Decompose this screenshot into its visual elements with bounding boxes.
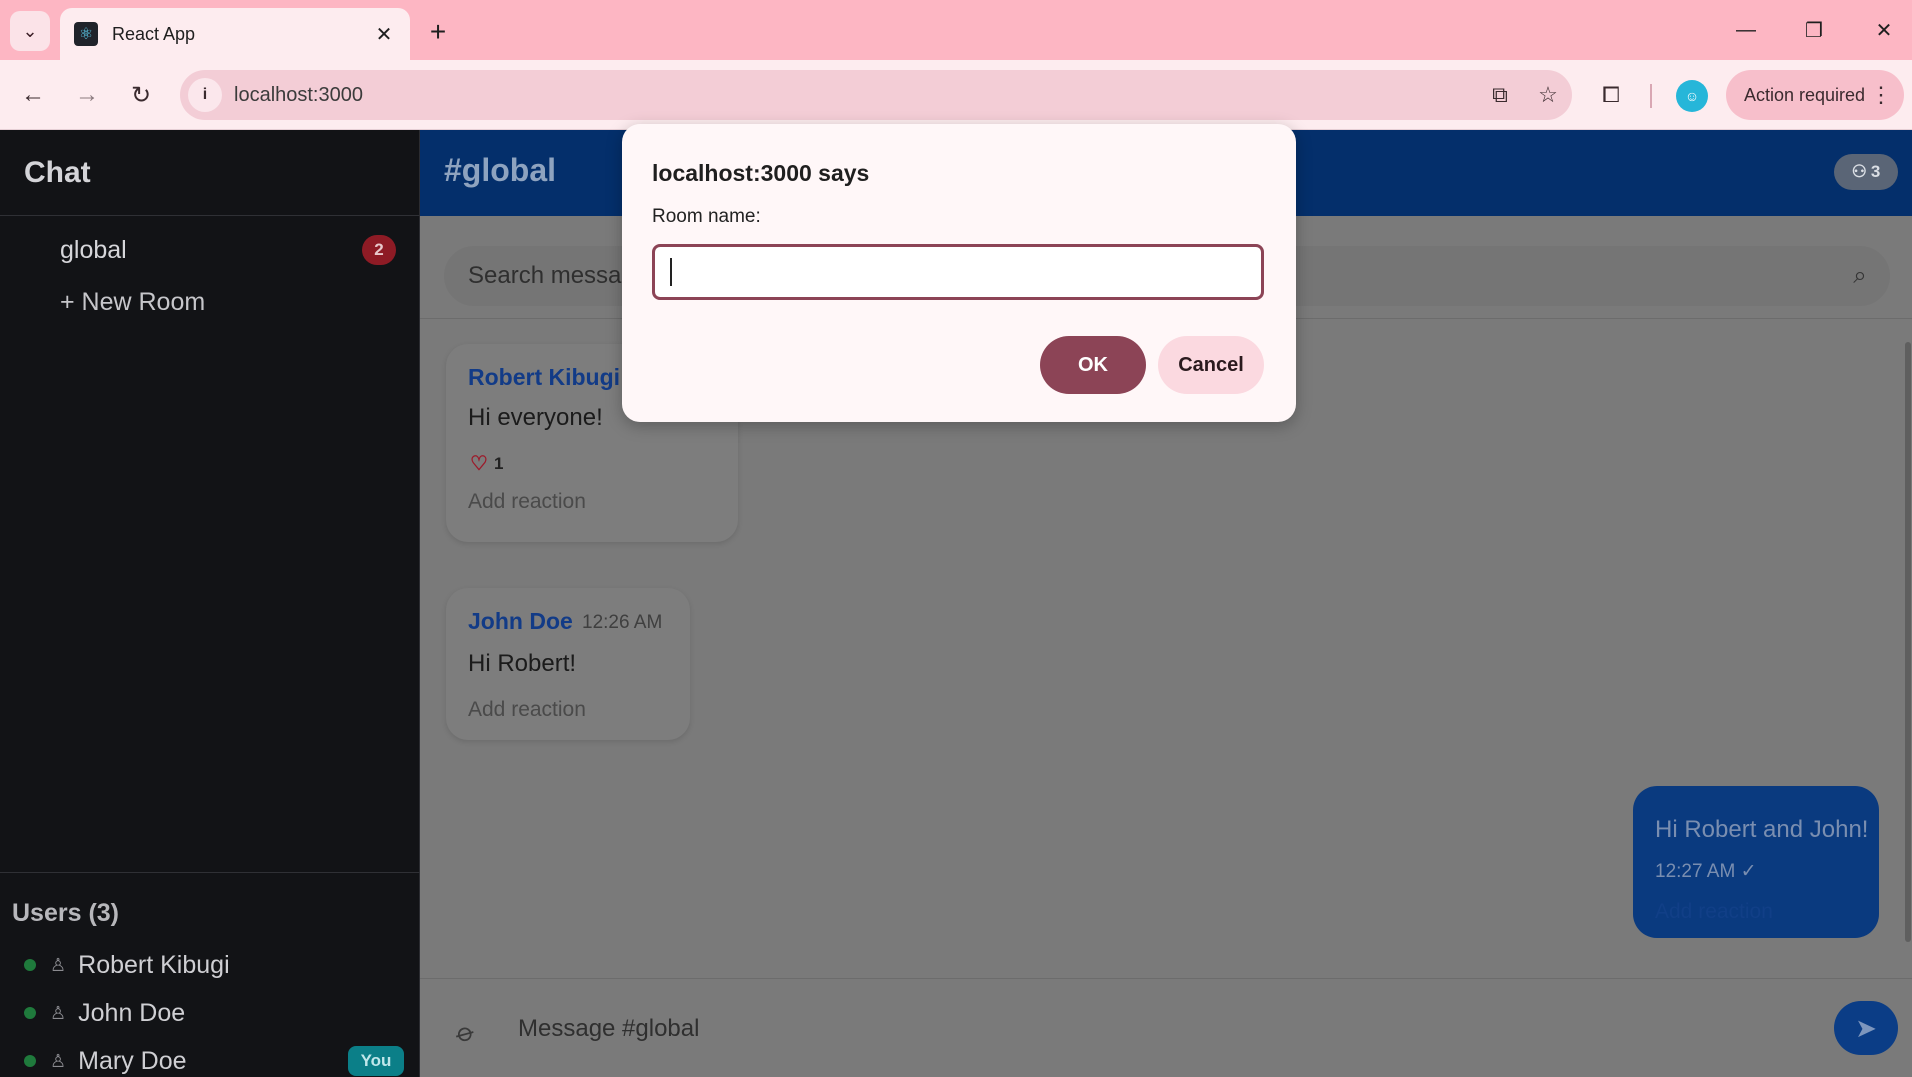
search-icon[interactable]: ⌕ [1830,262,1890,290]
more-menu-icon[interactable]: ⋮ [1870,82,1892,108]
message-bubble: John Doe 12:26 AM Hi Robert! Add reactio… [446,588,690,740]
add-reaction-button[interactable]: Add reaction [1655,900,1773,924]
user-item[interactable]: ♙ John Doe [24,993,404,1033]
bookmark-star-icon[interactable]: ☆ [1524,82,1572,108]
chevron-down-icon: ⌄ [22,20,38,41]
cancel-button[interactable]: Cancel [1158,336,1264,394]
message-text: Hi Robert! [468,650,577,677]
ok-button[interactable]: OK [1040,336,1146,394]
extensions-button[interactable]: ⧠ [1590,74,1632,116]
room-name-input[interactable] [652,244,1264,300]
text-caret [670,258,672,286]
reload-button[interactable]: ↻ [120,74,162,116]
channel-title: #global [444,152,557,188]
close-window-button[interactable]: ✕ [1862,10,1906,50]
new-tab-button[interactable]: + [420,14,456,50]
dialog-title: localhost:3000 says [652,160,870,186]
online-status-dot [24,1055,36,1067]
browser-toolbar: ← → ↻ i localhost:3000 ⧉ ☆ ⧠ ☺ Action re… [0,60,1912,130]
sidebar: Chat global 2 + New Room Users (3) ♙ Rob… [0,130,420,1077]
user-icon: ♙ [50,1002,67,1023]
read-check-icon: ✓ [1740,861,1757,882]
members-button[interactable]: ⚇ 3 [1834,154,1898,190]
online-status-dot [24,1007,36,1019]
own-message-bubble: Hi Robert and John! 12:27 AM ✓ Add react… [1633,786,1879,938]
minimize-button[interactable]: — [1724,10,1768,50]
message-time-value: 12:27 AM [1655,861,1736,882]
restore-button[interactable]: ❐ [1792,10,1836,50]
message-time: 12:27 AM ✓ [1655,860,1756,883]
browser-tab[interactable]: ⚛ React App ✕ [60,8,410,60]
arrow-right-icon: → [75,81,99,108]
send-icon: ➤ [1855,1012,1877,1043]
tab-search-button[interactable]: ⌄ [10,11,50,51]
install-app-icon[interactable]: ⧉ [1476,82,1524,108]
user-item[interactable]: ♙ Robert Kibugi [24,945,404,985]
url-text[interactable]: localhost:3000 [234,84,1476,107]
arrow-left-icon: ← [21,81,45,108]
sidebar-item-global[interactable]: global 2 [0,222,420,278]
member-count: 3 [1870,162,1881,181]
message-text: Hi everyone! [468,404,603,431]
message-input[interactable] [518,1009,1718,1049]
user-item[interactable]: ♙ Mary Doe You [24,1041,404,1077]
user-name: Mary Doe [78,1046,187,1075]
add-reaction-button[interactable]: Add reaction [468,490,586,514]
action-required-label: Action required [1744,84,1866,105]
message-text: Hi Robert and John! [1655,816,1869,843]
online-status-dot [24,959,36,971]
unread-badge: 2 [362,235,396,265]
heart-icon: ♡ [470,453,488,475]
message-composer: ⌀ ➤ [420,978,1912,1077]
users-group-icon: ⚇ [1851,162,1867,181]
add-reaction-button[interactable]: Add reaction [468,698,586,722]
dialog-label: Room name: [652,206,761,227]
action-required-button[interactable]: Action required ⋮ [1726,70,1904,120]
paperclip-icon[interactable]: ⌀ [451,1015,481,1050]
heart-reaction[interactable]: ♡ 1 [470,451,503,476]
user-name: John Doe [78,998,186,1027]
user-icon: ♙ [50,954,67,975]
send-button[interactable]: ➤ [1834,1001,1898,1055]
sidebar-header: Chat [0,130,419,216]
back-button[interactable]: ← [12,74,54,116]
puzzle-icon: ⧠ [1602,82,1620,107]
site-info-icon[interactable]: i [188,78,222,112]
users-title: Users (3) [12,899,119,927]
react-favicon-icon: ⚛ [74,22,98,46]
profile-avatar[interactable]: ☺ [1676,80,1708,112]
new-room-button[interactable]: + New Room [60,288,205,317]
address-bar[interactable]: i localhost:3000 ⧉ ☆ [180,70,1572,120]
users-section: Users (3) ♙ Robert Kibugi ♙ John Doe ♙ M… [0,872,420,1077]
message-author[interactable]: Robert Kibugi [468,364,620,391]
forward-button[interactable]: → [66,74,108,116]
browser-tab-bar: ⌄ ⚛ React App ✕ + — ❐ ✕ [0,0,1912,60]
toolbar-divider [1650,84,1652,108]
messages-scrollbar[interactable] [1904,322,1912,972]
message-time: 12:26 AM [582,612,663,633]
prompt-dialog: localhost:3000 says Room name: OK Cancel [622,124,1296,422]
user-icon: ♙ [50,1050,67,1071]
scrollbar-thumb[interactable] [1905,342,1911,942]
tab-close-icon[interactable]: ✕ [372,22,396,47]
user-name: Robert Kibugi [78,950,230,979]
sidebar-title: Chat [24,155,91,189]
tab-title: React App [112,23,196,44]
you-badge: You [348,1046,404,1076]
reaction-count: 1 [493,453,504,473]
reload-icon: ↻ [130,81,152,109]
message-author[interactable]: John Doe [468,608,573,635]
